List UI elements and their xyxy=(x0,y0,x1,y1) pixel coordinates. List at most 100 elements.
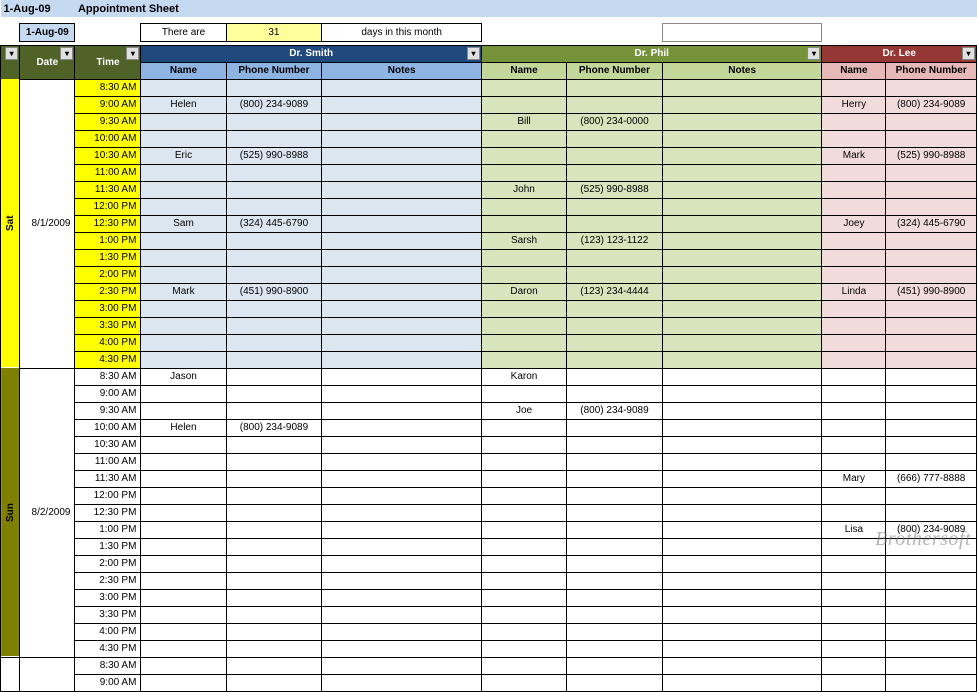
smith-notes-cell[interactable] xyxy=(322,79,482,96)
time-cell[interactable]: 8:30 AM xyxy=(75,657,141,674)
phil-phone-cell[interactable] xyxy=(567,674,663,691)
smith-notes-cell[interactable] xyxy=(322,436,482,453)
phil-notes-cell[interactable] xyxy=(662,606,822,623)
lee-name-cell[interactable] xyxy=(822,249,886,266)
phil-name-cell[interactable] xyxy=(481,572,566,589)
smith-phone-cell[interactable] xyxy=(226,130,322,147)
lee-name-cell[interactable] xyxy=(822,181,886,198)
phil-phone-cell[interactable] xyxy=(567,164,663,181)
phil-name-cell[interactable] xyxy=(481,96,566,113)
time-cell[interactable]: 2:30 PM xyxy=(75,572,141,589)
time-cell[interactable]: 9:30 AM xyxy=(75,402,141,419)
smith-name-cell[interactable]: Helen xyxy=(141,96,226,113)
smith-notes-cell[interactable] xyxy=(322,198,482,215)
phil-notes-cell[interactable] xyxy=(662,504,822,521)
time-cell[interactable]: 9:30 AM xyxy=(75,113,141,130)
lee-name-cell[interactable] xyxy=(822,606,886,623)
lee-phone-cell[interactable]: (800) 234-9089 xyxy=(886,521,977,538)
lee-phone-cell[interactable] xyxy=(886,623,977,640)
smith-phone-cell[interactable] xyxy=(226,181,322,198)
smith-name-cell[interactable] xyxy=(141,385,226,402)
phil-name-cell[interactable] xyxy=(481,317,566,334)
phil-notes-cell[interactable] xyxy=(662,249,822,266)
phil-notes-cell[interactable] xyxy=(662,334,822,351)
smith-phone-cell[interactable] xyxy=(226,385,322,402)
smith-notes-cell[interactable] xyxy=(322,283,482,300)
smith-phone-cell[interactable] xyxy=(226,657,322,674)
phil-name-cell[interactable] xyxy=(481,538,566,555)
phil-name-cell[interactable]: John xyxy=(481,181,566,198)
smith-phone-cell[interactable] xyxy=(226,164,322,181)
time-cell[interactable]: 1:30 PM xyxy=(75,249,141,266)
lee-phone-cell[interactable] xyxy=(886,181,977,198)
phil-notes-cell[interactable] xyxy=(662,674,822,691)
phil-name-cell[interactable] xyxy=(481,385,566,402)
lee-name-cell[interactable]: Mark xyxy=(822,147,886,164)
lee-phone-cell[interactable] xyxy=(886,436,977,453)
smith-notes-cell[interactable] xyxy=(322,300,482,317)
lee-phone-cell[interactable] xyxy=(886,419,977,436)
time-cell[interactable]: 4:30 PM xyxy=(75,351,141,368)
smith-name-cell[interactable] xyxy=(141,402,226,419)
time-cell[interactable]: 9:00 AM xyxy=(75,96,141,113)
lee-name-cell[interactable]: Lisa xyxy=(822,521,886,538)
smith-notes-cell[interactable] xyxy=(322,453,482,470)
phil-notes-cell[interactable] xyxy=(662,419,822,436)
smith-name-cell[interactable] xyxy=(141,453,226,470)
phil-notes-cell[interactable] xyxy=(662,589,822,606)
smith-notes-cell[interactable] xyxy=(322,606,482,623)
lee-name-cell[interactable] xyxy=(822,164,886,181)
lee-phone-cell[interactable] xyxy=(886,589,977,606)
time-cell[interactable]: 2:00 PM xyxy=(75,266,141,283)
smith-name-cell[interactable] xyxy=(141,572,226,589)
col-lee-phone[interactable]: Phone Number xyxy=(886,62,977,79)
time-cell[interactable]: 1:30 PM xyxy=(75,538,141,555)
lee-name-cell[interactable] xyxy=(822,232,886,249)
phil-name-cell[interactable] xyxy=(481,555,566,572)
phil-phone-cell[interactable] xyxy=(567,640,663,657)
smith-notes-cell[interactable] xyxy=(322,317,482,334)
lee-name-cell[interactable] xyxy=(822,79,886,96)
header-date[interactable]: Date ▾ xyxy=(20,45,75,79)
time-cell[interactable]: 3:30 PM xyxy=(75,606,141,623)
smith-name-cell[interactable]: Helen xyxy=(141,419,226,436)
phil-name-cell[interactable]: Bill xyxy=(481,113,566,130)
smith-name-cell[interactable] xyxy=(141,504,226,521)
smith-phone-cell[interactable] xyxy=(226,623,322,640)
phil-phone-cell[interactable] xyxy=(567,249,663,266)
phil-phone-cell[interactable] xyxy=(567,504,663,521)
phil-name-cell[interactable]: Daron xyxy=(481,283,566,300)
smith-name-cell[interactable] xyxy=(141,436,226,453)
lee-name-cell[interactable] xyxy=(822,674,886,691)
phil-name-cell[interactable] xyxy=(481,79,566,96)
phil-notes-cell[interactable] xyxy=(662,351,822,368)
phil-name-cell[interactable] xyxy=(481,640,566,657)
lee-name-cell[interactable] xyxy=(822,130,886,147)
time-cell[interactable]: 10:30 AM xyxy=(75,436,141,453)
smith-name-cell[interactable]: Mark xyxy=(141,283,226,300)
time-cell[interactable]: 11:00 AM xyxy=(75,453,141,470)
lee-name-cell[interactable]: Mary xyxy=(822,470,886,487)
phil-phone-cell[interactable] xyxy=(567,623,663,640)
smith-notes-cell[interactable] xyxy=(322,215,482,232)
header-day-filter[interactable]: ▾ xyxy=(1,45,20,79)
smith-phone-cell[interactable]: (324) 445-6790 xyxy=(226,215,322,232)
smith-name-cell[interactable]: Jason xyxy=(141,368,226,385)
phil-name-cell[interactable] xyxy=(481,623,566,640)
lee-phone-cell[interactable]: (451) 990-8900 xyxy=(886,283,977,300)
col-lee-name[interactable]: Name xyxy=(822,62,886,79)
lee-phone-cell[interactable] xyxy=(886,487,977,504)
lee-phone-cell[interactable] xyxy=(886,555,977,572)
phil-notes-cell[interactable] xyxy=(662,113,822,130)
smith-name-cell[interactable] xyxy=(141,487,226,504)
smith-name-cell[interactable] xyxy=(141,521,226,538)
header-doctor-lee[interactable]: Dr. Lee ▾ xyxy=(822,45,977,62)
phil-notes-cell[interactable] xyxy=(662,300,822,317)
smith-phone-cell[interactable] xyxy=(226,487,322,504)
smith-name-cell[interactable]: Sam xyxy=(141,215,226,232)
time-cell[interactable]: 2:30 PM xyxy=(75,283,141,300)
phil-phone-cell[interactable] xyxy=(567,130,663,147)
smith-notes-cell[interactable] xyxy=(322,96,482,113)
lee-name-cell[interactable] xyxy=(822,589,886,606)
time-cell[interactable]: 11:30 AM xyxy=(75,181,141,198)
